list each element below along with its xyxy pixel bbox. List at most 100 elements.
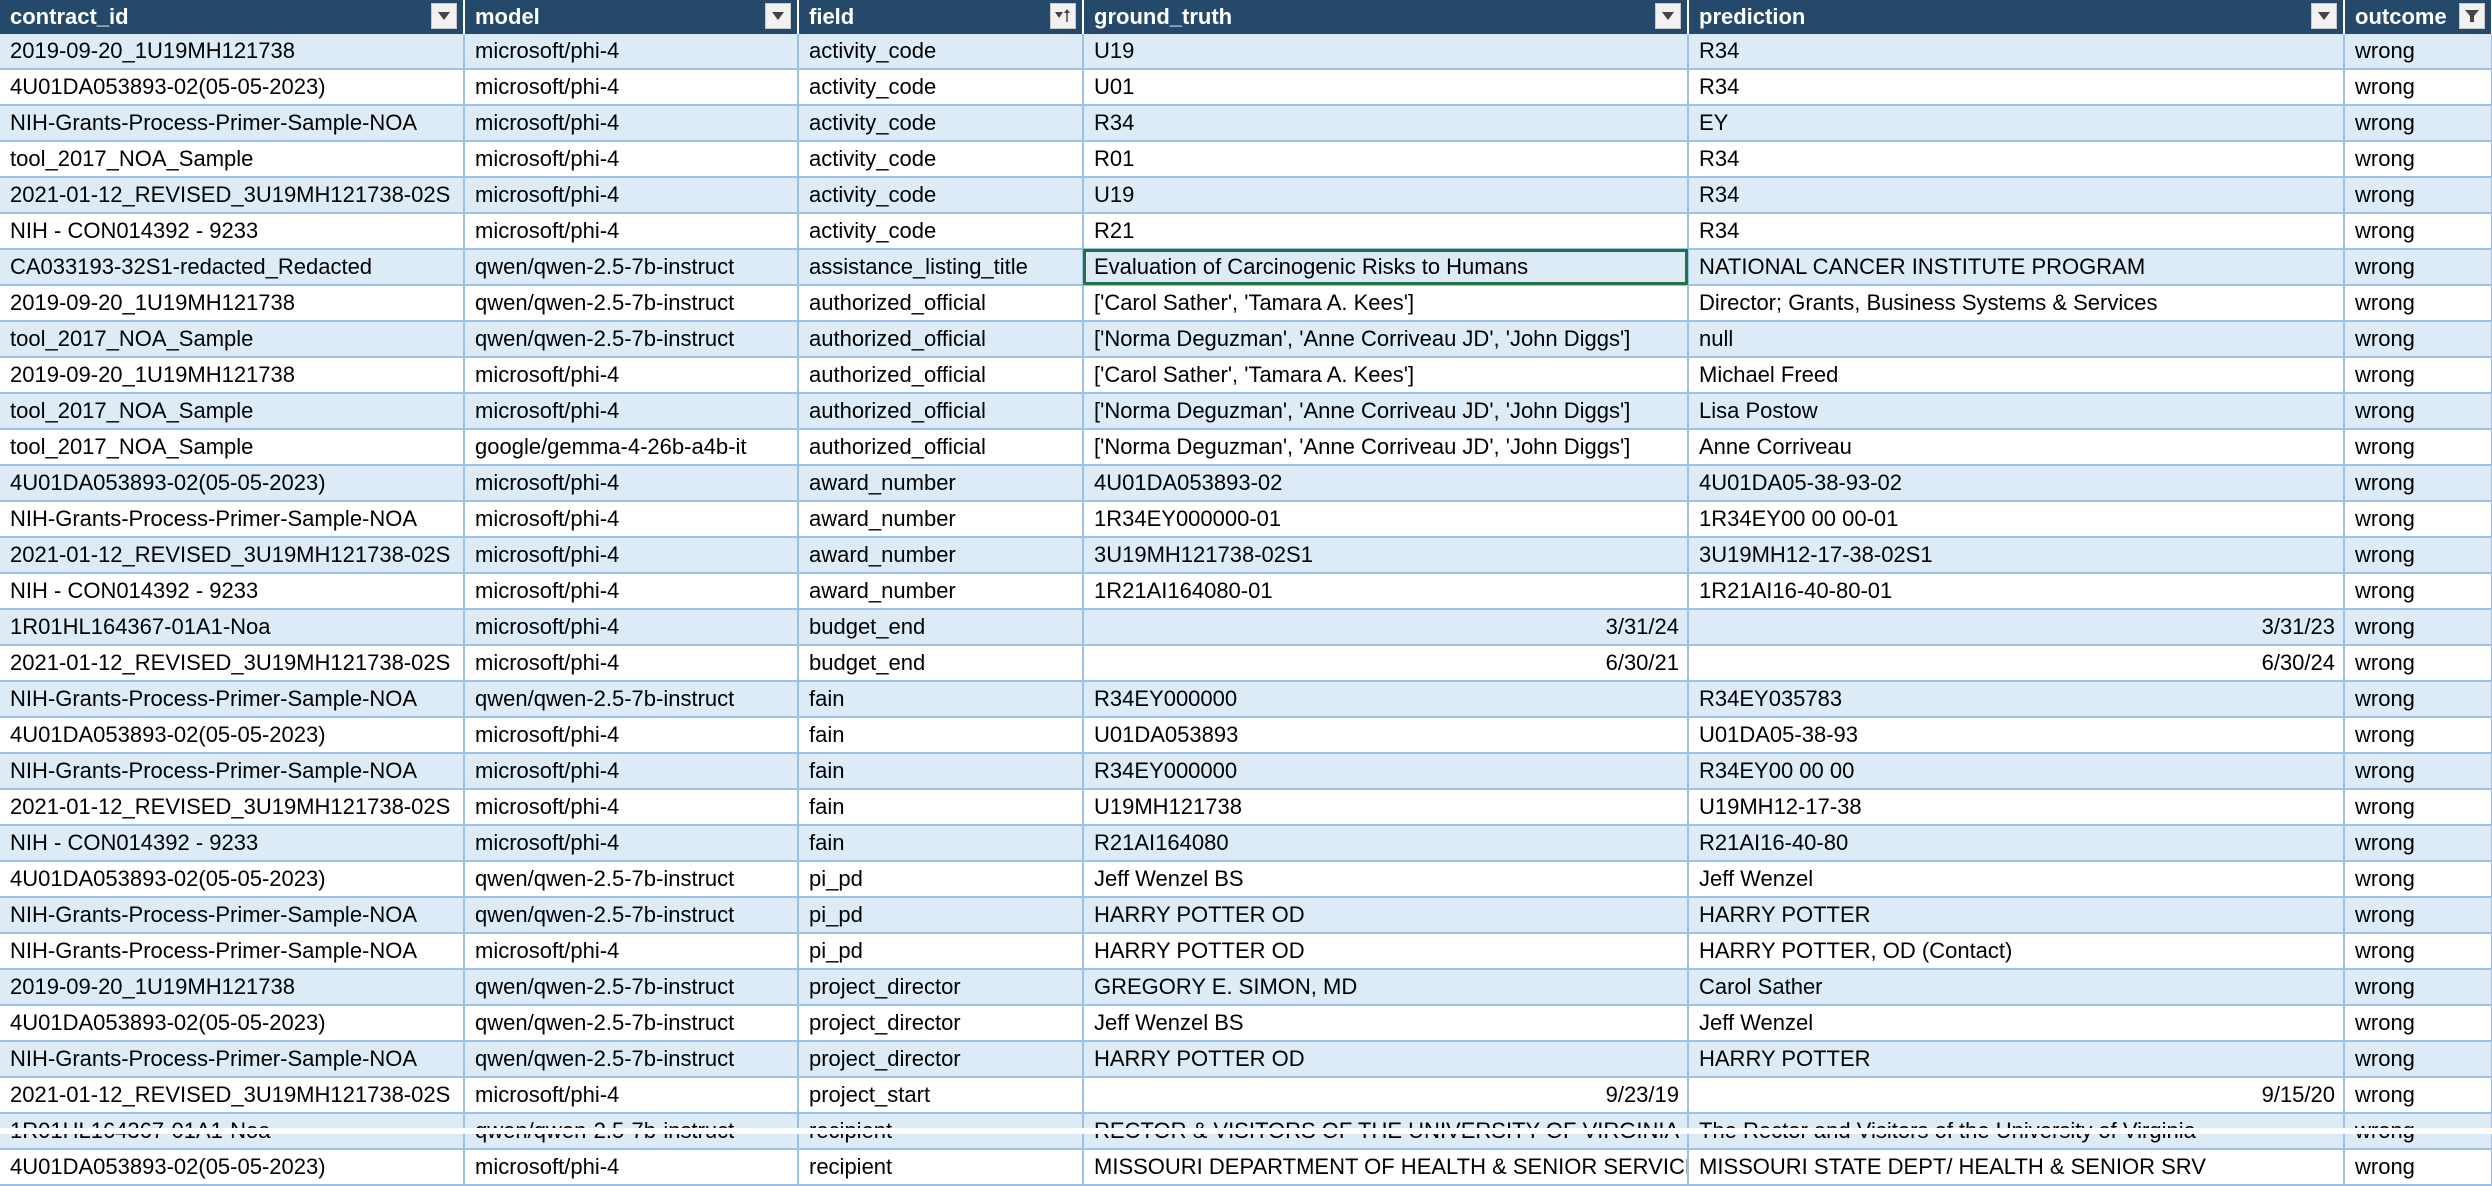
sort-filter-icon[interactable] [1050, 3, 1076, 29]
cell-prediction[interactable]: R34 [1688, 141, 2345, 177]
cell-ground-truth[interactable]: R34EY000000 [1083, 681, 1689, 717]
cell-prediction[interactable]: R21AI16-40-80 [1688, 825, 2345, 861]
cell-model[interactable]: microsoft/phi-4 [464, 141, 799, 177]
cell-ground-truth[interactable]: R21AI164080 [1083, 825, 1689, 861]
cell-outcome[interactable]: wrong [2344, 645, 2492, 681]
cell-outcome[interactable]: wrong [2344, 249, 2492, 285]
cell-ground-truth[interactable]: U19 [1083, 177, 1689, 213]
cell-model[interactable]: qwen/qwen-2.5-7b-instruct [464, 285, 799, 321]
table-row[interactable]: 2021-01-12_REVISED_3U19MH121738-02S micro… [0, 645, 2492, 681]
table-row[interactable]: 2021-01-12_REVISED_3U19MH121738-02S micro… [0, 537, 2492, 573]
cell-contract-id[interactable]: 2021-01-12_REVISED_3U19MH121738-02S [0, 789, 465, 825]
cell-field[interactable]: authorized_official [798, 357, 1084, 393]
table-row[interactable]: CA033193-32S1-redacted_Redacted qwen/qwen… [0, 249, 2492, 285]
cell-model[interactable]: qwen/qwen-2.5-7b-instruct [464, 1005, 799, 1041]
cell-contract-id[interactable]: tool_2017_NOA_Sample [0, 429, 465, 465]
dropdown-arrow-icon[interactable] [1655, 3, 1681, 29]
cell-outcome[interactable]: wrong [2344, 501, 2492, 537]
cell-model[interactable]: qwen/qwen-2.5-7b-instruct [464, 897, 799, 933]
cell-outcome[interactable]: wrong [2344, 69, 2492, 105]
cell-prediction[interactable]: Director; Grants, Business Systems & Ser… [1688, 285, 2345, 321]
cell-ground-truth[interactable]: ['Norma Deguzman', 'Anne Corriveau JD', … [1083, 321, 1689, 357]
cell-field[interactable]: award_number [798, 573, 1084, 609]
cell-field[interactable]: assistance_listing_title [798, 249, 1084, 285]
cell-ground-truth[interactable]: 3/31/24 [1083, 609, 1689, 645]
cell-prediction[interactable]: Carol Sather [1688, 969, 2345, 1005]
cell-contract-id[interactable]: 2021-01-12_REVISED_3U19MH121738-02S [0, 1077, 465, 1113]
table-row[interactable]: 4U01DA053893-02(05-05-2023) microsoft/phi… [0, 1149, 2492, 1185]
table-row[interactable]: 2019-09-20_1U19MH121738 qwen/qwen-2.5-7b-… [0, 285, 2492, 321]
cell-outcome[interactable]: wrong [2344, 825, 2492, 861]
cell-contract-id[interactable]: 4U01DA053893-02(05-05-2023) [0, 465, 465, 501]
cell-ground-truth[interactable]: R21 [1083, 213, 1689, 249]
cell-ground-truth[interactable]: 9/23/19 [1083, 1077, 1689, 1113]
cell-model[interactable]: microsoft/phi-4 [464, 501, 799, 537]
cell-model[interactable]: microsoft/phi-4 [464, 789, 799, 825]
column-header-model[interactable]: model [464, 0, 799, 34]
cell-prediction[interactable]: 9/15/20 [1688, 1077, 2345, 1113]
cell-contract-id[interactable]: 2019-09-20_1U19MH121738 [0, 285, 465, 321]
cell-ground-truth[interactable]: 4U01DA053893-02 [1083, 465, 1689, 501]
cell-model[interactable]: microsoft/phi-4 [464, 1077, 799, 1113]
cell-model[interactable]: qwen/qwen-2.5-7b-instruct [464, 861, 799, 897]
table-row[interactable]: 4U01DA053893-02(05-05-2023) microsoft/phi… [0, 69, 2492, 105]
cell-outcome[interactable]: wrong [2344, 573, 2492, 609]
cell-ground-truth[interactable]: ['Norma Deguzman', 'Anne Corriveau JD', … [1083, 393, 1689, 429]
cell-contract-id[interactable]: NIH-Grants-Process-Primer-Sample-NOA [0, 933, 465, 969]
cell-ground-truth[interactable]: HARRY POTTER OD [1083, 933, 1689, 969]
cell-field[interactable]: fain [798, 681, 1084, 717]
cell-outcome[interactable]: wrong [2344, 897, 2492, 933]
cell-prediction[interactable]: HARRY POTTER [1688, 1041, 2345, 1077]
cell-field[interactable]: project_director [798, 969, 1084, 1005]
cell-outcome[interactable]: wrong [2344, 717, 2492, 753]
table-row[interactable]: tool_2017_NOA_Sample microsoft/phi-4 autho… [0, 393, 2492, 429]
cell-prediction[interactable]: U01DA05-38-93 [1688, 717, 2345, 753]
cell-ground-truth[interactable]: Evaluation of Carcinogenic Risks to Huma… [1083, 249, 1689, 285]
cell-ground-truth[interactable]: 1R34EY000000-01 [1083, 501, 1689, 537]
cell-field[interactable]: activity_code [798, 177, 1084, 213]
cell-contract-id[interactable]: NIH - CON014392 - 9233 [0, 825, 465, 861]
cell-prediction[interactable]: Anne Corriveau [1688, 429, 2345, 465]
cell-prediction[interactable]: 4U01DA05-38-93-02 [1688, 465, 2345, 501]
cell-outcome[interactable]: wrong [2344, 1149, 2492, 1185]
cell-prediction[interactable]: 1R34EY00 00 00-01 [1688, 501, 2345, 537]
cell-prediction[interactable]: R34 [1688, 177, 2345, 213]
cell-model[interactable]: google/gemma-4-26b-a4b-it [464, 429, 799, 465]
column-header-ground-truth[interactable]: ground_truth [1083, 0, 1689, 34]
cell-outcome[interactable]: wrong [2344, 429, 2492, 465]
cell-field[interactable]: award_number [798, 537, 1084, 573]
cell-outcome[interactable]: wrong [2344, 969, 2492, 1005]
table-row[interactable]: NIH-Grants-Process-Primer-Sample-NOA qwen… [0, 897, 2492, 933]
table-row[interactable]: NIH-Grants-Process-Primer-Sample-NOA micr… [0, 753, 2492, 789]
cell-field[interactable]: authorized_official [798, 393, 1084, 429]
cell-prediction[interactable]: R34EY00 00 00 [1688, 753, 2345, 789]
table-row[interactable]: NIH - CON014392 - 9233 microsoft/phi-4 awa… [0, 573, 2492, 609]
cell-field[interactable]: project_start [798, 1077, 1084, 1113]
cell-model[interactable]: microsoft/phi-4 [464, 105, 799, 141]
cell-contract-id[interactable]: 1R01HL164367-01A1-Noa [0, 609, 465, 645]
cell-ground-truth[interactable]: R01 [1083, 141, 1689, 177]
cell-prediction[interactable]: NATIONAL CANCER INSTITUTE PROGRAM [1688, 249, 2345, 285]
cell-model[interactable]: microsoft/phi-4 [464, 573, 799, 609]
cell-outcome[interactable]: wrong [2344, 34, 2492, 69]
cell-contract-id[interactable]: CA033193-32S1-redacted_Redacted [0, 249, 465, 285]
cell-model[interactable]: qwen/qwen-2.5-7b-instruct [464, 321, 799, 357]
cell-contract-id[interactable]: NIH-Grants-Process-Primer-Sample-NOA [0, 681, 465, 717]
cell-prediction[interactable]: 3U19MH12-17-38-02S1 [1688, 537, 2345, 573]
table-row[interactable]: 2021-01-12_REVISED_3U19MH121738-02S micro… [0, 177, 2492, 213]
cell-outcome[interactable]: wrong [2344, 537, 2492, 573]
cell-ground-truth[interactable]: HARRY POTTER OD [1083, 897, 1689, 933]
column-header-outcome[interactable]: outcome [2344, 0, 2492, 34]
cell-contract-id[interactable]: 2019-09-20_1U19MH121738 [0, 34, 465, 69]
cell-field[interactable]: pi_pd [798, 933, 1084, 969]
cell-prediction[interactable]: R34 [1688, 69, 2345, 105]
table-row[interactable]: 2021-01-12_REVISED_3U19MH121738-02S micro… [0, 789, 2492, 825]
cell-contract-id[interactable]: 4U01DA053893-02(05-05-2023) [0, 861, 465, 897]
cell-ground-truth[interactable]: U19MH121738 [1083, 789, 1689, 825]
cell-contract-id[interactable]: tool_2017_NOA_Sample [0, 393, 465, 429]
cell-outcome[interactable]: wrong [2344, 213, 2492, 249]
dropdown-arrow-icon[interactable] [431, 3, 457, 29]
table-row[interactable]: 2019-09-20_1U19MH121738 microsoft/phi-4 ac… [0, 34, 2492, 69]
table-row[interactable]: NIH-Grants-Process-Primer-Sample-NOA micr… [0, 933, 2492, 969]
cell-ground-truth[interactable]: Jeff Wenzel BS [1083, 861, 1689, 897]
